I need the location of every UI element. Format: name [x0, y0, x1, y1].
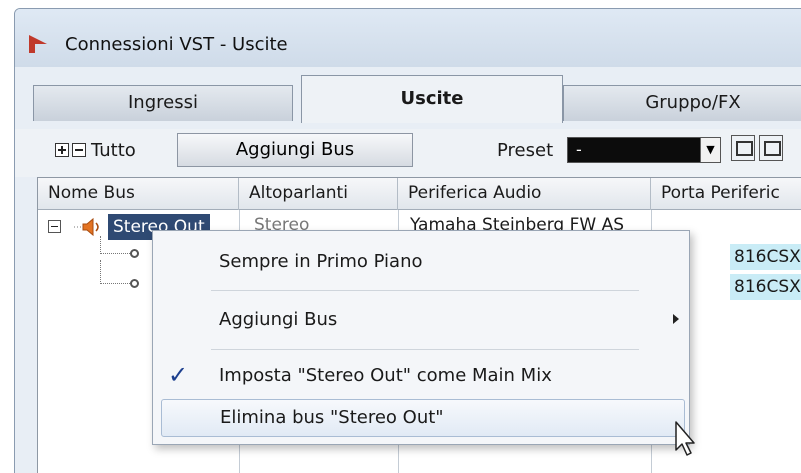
collapse-all-icon[interactable] — [72, 143, 86, 157]
menu-item-label: Elimina bus "Stereo Out" — [220, 407, 444, 428]
preset-dropdown[interactable]: - ▼ — [567, 137, 721, 163]
context-menu: Sempre in Primo Piano Aggiungi Bus ✓ Imp… — [152, 230, 690, 445]
column-bus-name[interactable]: Nome Bus — [38, 178, 239, 210]
chevron-down-icon[interactable]: ▼ — [700, 138, 720, 162]
menu-item-label: Sempre in Primo Piano — [219, 251, 423, 272]
column-speakers[interactable]: Altoparlanti — [239, 178, 398, 210]
tab-bar: Ingressi Uscite Gruppo/FX — [33, 75, 801, 123]
tree-connector — [100, 236, 130, 254]
toolbar: Tutto Aggiungi Bus Preset - ▼ — [15, 129, 801, 177]
menu-item-always-on-top[interactable]: Sempre in Primo Piano — [153, 243, 689, 283]
menu-item-add-bus[interactable]: Aggiungi Bus — [153, 301, 689, 341]
remove-preset-icon[interactable] — [759, 135, 783, 161]
checkmark-icon: ✓ — [168, 361, 189, 389]
channel-node-icon — [130, 249, 139, 258]
collapse-tree-icon[interactable] — [48, 220, 61, 233]
menu-item-label: Aggiungi Bus — [219, 309, 338, 330]
menu-item-delete-bus[interactable]: Elimina bus "Stereo Out" — [161, 399, 685, 437]
menu-separator — [211, 290, 639, 291]
tab-outputs[interactable]: Uscite — [301, 75, 563, 123]
speaker-icon — [74, 217, 99, 237]
menu-separator — [211, 349, 639, 350]
add-bus-button[interactable]: Aggiungi Bus — [177, 133, 413, 167]
title-bar[interactable]: Connessioni VST - Uscite — [15, 9, 801, 67]
tree-connector — [100, 260, 130, 284]
add-preset-icon[interactable] — [731, 135, 755, 161]
port-cell[interactable]: 816CSX An — [730, 244, 801, 270]
channel-node-icon — [130, 279, 139, 288]
preset-value: - — [576, 140, 582, 159]
cubase-logo-icon — [29, 35, 47, 53]
tab-inputs[interactable]: Ingressi — [33, 85, 293, 121]
menu-item-set-main-mix[interactable]: ✓ Imposta "Stereo Out" come Main Mix — [153, 357, 689, 397]
expand-all-icon[interactable] — [55, 143, 69, 157]
menu-item-label: Imposta "Stereo Out" come Main Mix — [219, 365, 552, 386]
submenu-arrow-icon — [673, 314, 679, 324]
port-cell[interactable]: 816CSX An — [730, 274, 801, 300]
table-header: Nome Bus Altoparlanti Periferica Audio P… — [38, 178, 801, 210]
mouse-cursor-icon — [675, 421, 695, 456]
preset-label: Preset — [497, 140, 554, 161]
column-device-port[interactable]: Porta Periferic — [651, 178, 801, 210]
tab-group-fx[interactable]: Gruppo/FX — [563, 85, 801, 121]
column-audio-device[interactable]: Periferica Audio — [398, 178, 651, 210]
all-label: Tutto — [91, 140, 136, 161]
window-title: Connessioni VST - Uscite — [65, 34, 288, 55]
